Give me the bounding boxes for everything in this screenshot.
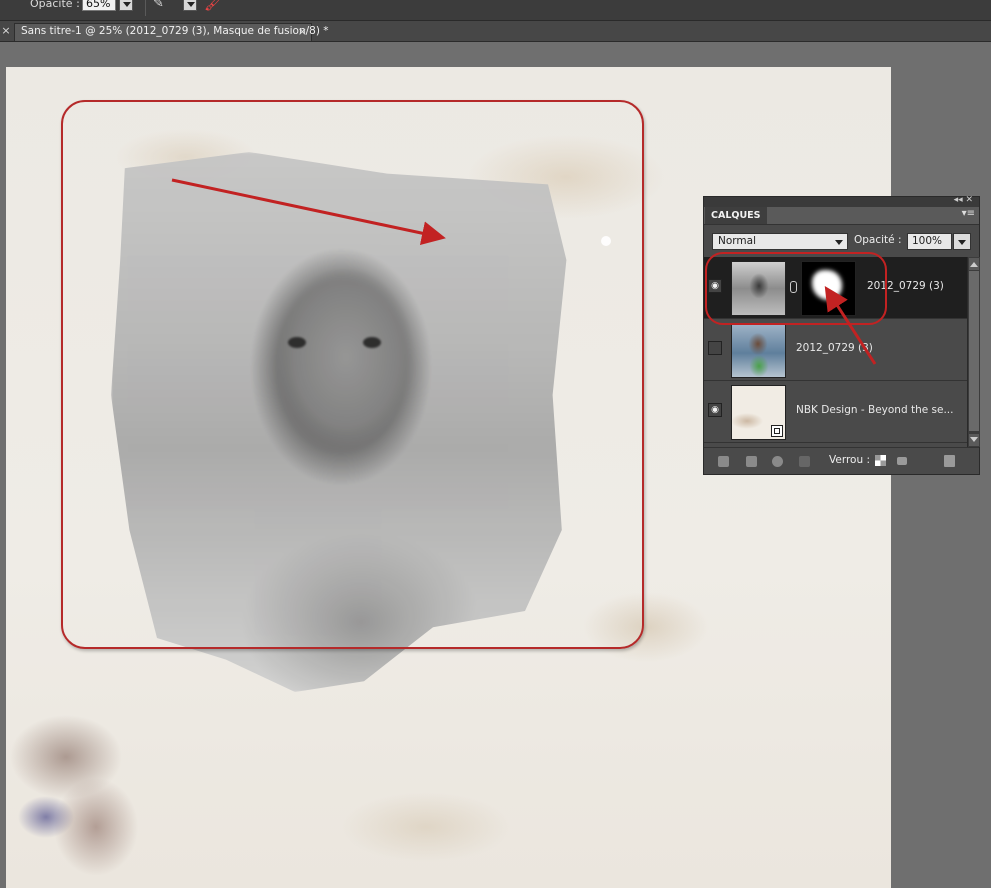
layer-opacity-input[interactable]: 100% [907, 233, 952, 250]
panel-top-strip: ◂◂ ✕ [704, 195, 979, 207]
options-bar: Opacité : 65% ✎ 🖌 [0, 0, 991, 21]
airbrush-icon[interactable]: ✎ [153, 0, 164, 11]
close-icon[interactable]: × [0, 23, 12, 39]
link-layers-icon[interactable] [799, 456, 810, 467]
opacity-input[interactable]: 65% [82, 0, 116, 11]
opacity-label: Opacité : [30, 0, 80, 10]
add-mask-icon[interactable] [746, 456, 757, 467]
layers-panel: ◂◂ ✕ CALQUES ▾≡ Normal Opacité : 100% ◉ … [703, 195, 980, 475]
layer-thumbnail [731, 323, 786, 378]
lock-transparency-icon[interactable] [875, 455, 886, 466]
document-tab[interactable]: Sans titre-1 @ 25% (2012_0729 (3), Masqu… [14, 23, 329, 41]
opacity-dropdown-button[interactable] [119, 0, 133, 11]
brush-tool-icon[interactable]: 🖌 [204, 0, 223, 12]
panel-tab-layers[interactable]: CALQUES [705, 207, 767, 224]
smart-object-icon [771, 425, 783, 437]
brush-options-dropdown[interactable] [183, 0, 197, 11]
scroll-up-icon[interactable] [969, 258, 979, 270]
panel-footer: Verrou : [704, 447, 979, 474]
eye-icon: ◉ [711, 405, 719, 415]
layer-name: 2012_0729 (3) [796, 342, 873, 354]
scroll-thumb[interactable] [969, 271, 979, 431]
document-canvas[interactable] [6, 67, 891, 888]
highlight-frame [61, 100, 644, 649]
lock-all-icon[interactable] [897, 457, 907, 465]
tab-close-icon[interactable]: × [298, 25, 307, 38]
trash-icon[interactable] [944, 455, 955, 467]
visibility-toggle[interactable]: ◉ [708, 403, 722, 417]
layer-row-background[interactable]: ◉ NBK Design - Beyond the se... [704, 381, 967, 443]
document-tab-bar: × Sans titre-1 @ 25% (2012_0729 (3), Mas… [0, 21, 991, 42]
new-layer-icon[interactable] [718, 456, 729, 467]
panel-titlebar: CALQUES ▾≡ [704, 207, 979, 225]
panel-menu-icon[interactable]: ▾≡ [962, 208, 975, 219]
scroll-down-icon[interactable] [969, 434, 979, 446]
layer-name: NBK Design - Beyond the se... [796, 404, 954, 416]
layer-opacity-label: Opacité : [854, 234, 902, 246]
collapse-panel-icon[interactable]: ◂◂ ✕ [954, 195, 973, 205]
layer-opacity-dropdown[interactable] [953, 233, 971, 250]
lock-label: Verrou : [829, 454, 871, 466]
toolbar-divider [145, 0, 146, 16]
mask-highlight-ring [705, 252, 887, 325]
layer-row-photo[interactable]: 2012_0729 (3) [704, 319, 967, 381]
layers-scrollbar[interactable] [967, 257, 980, 447]
layer-thumbnail [731, 385, 786, 440]
document-tab-title: Sans titre-1 @ 25% (2012_0729 (3), Masqu… [21, 25, 329, 37]
blend-mode-select[interactable]: Normal [712, 233, 848, 250]
visibility-toggle[interactable] [708, 341, 722, 355]
adjustment-layer-icon[interactable] [772, 456, 783, 467]
